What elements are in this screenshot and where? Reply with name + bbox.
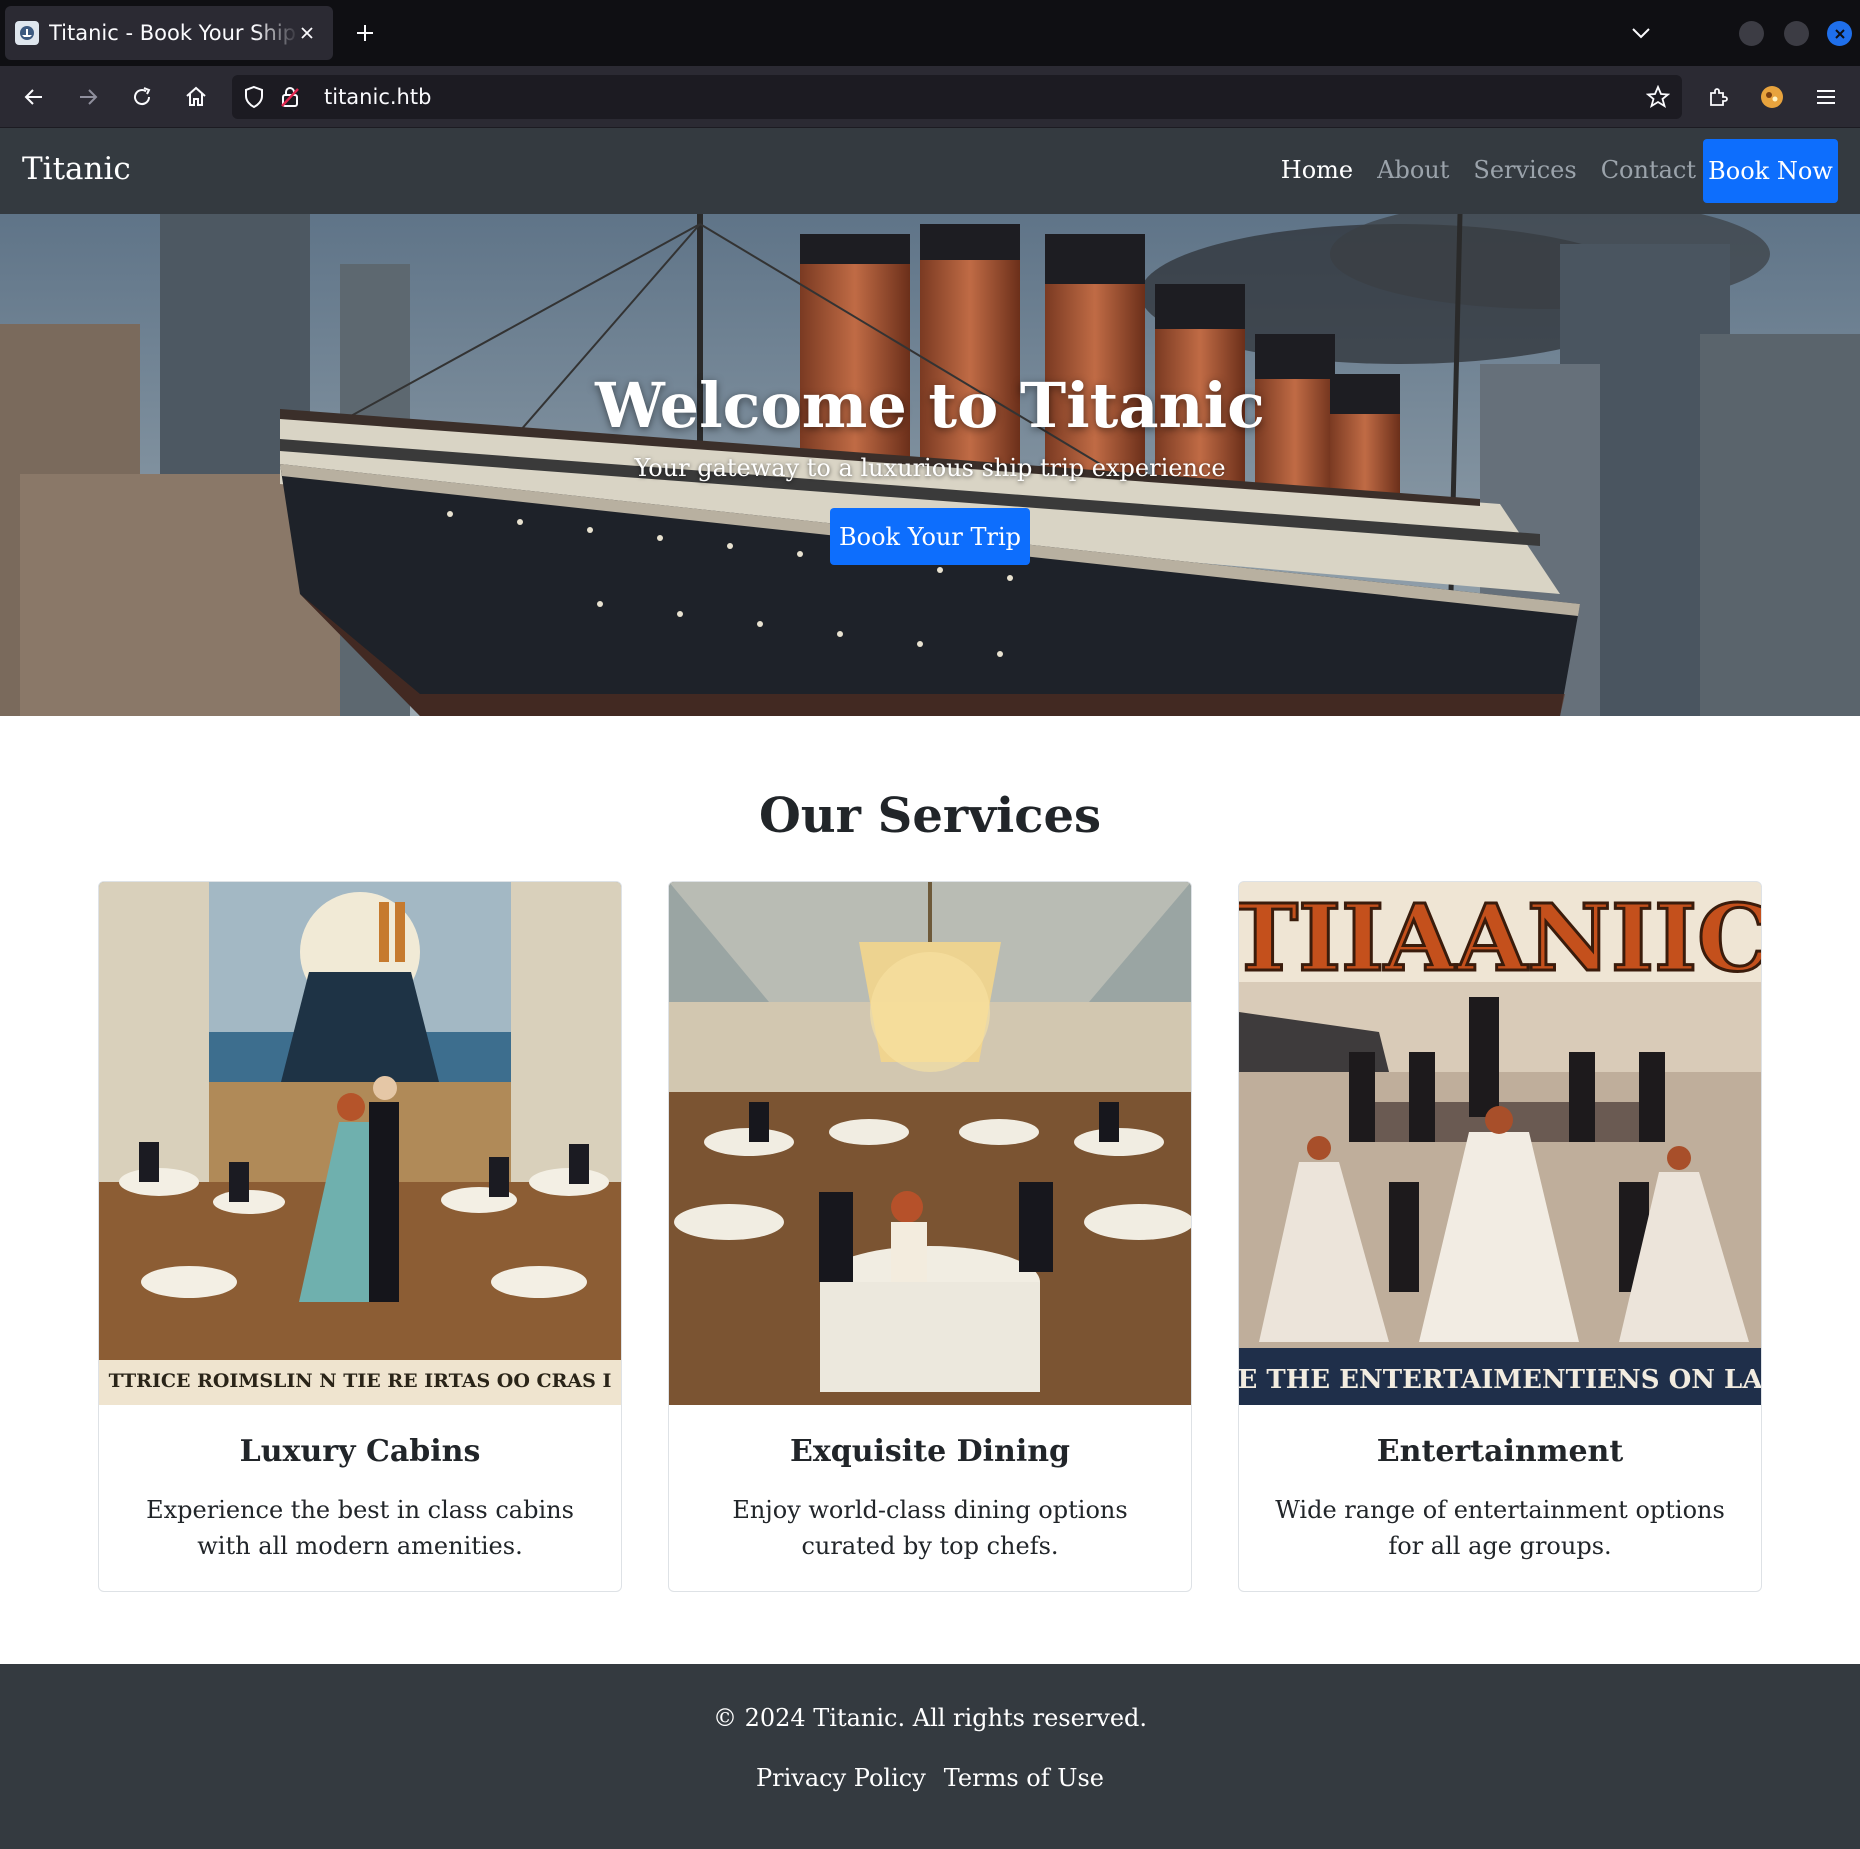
services-heading: Our Services [758,788,1102,844]
card-title: Luxury Cabins [239,1434,481,1469]
terms-of-use-link[interactable]: Terms of Use [944,1764,1104,1792]
entertainment-poster-title: TIIAANIIC [1239,884,1761,992]
minimize-window-button[interactable] [1739,21,1764,46]
nav-links: Home About Services Contact [1281,156,1696,184]
hamburger-menu-icon[interactable] [1810,81,1842,113]
shield-icon[interactable] [238,81,270,113]
service-card-exquisite-dining: Exquisite Dining Enjoy world-class dinin… [668,881,1192,1592]
browser-tab[interactable]: Titanic - Book Your Ship Trip [5,6,333,60]
url-text[interactable]: titanic.htb [324,85,431,109]
browser-toolbar: titanic.htb [0,66,1860,128]
forward-arrow-icon[interactable] [72,81,104,113]
privacy-policy-link[interactable]: Privacy Policy [756,1764,926,1792]
browser-tabstrip: Titanic - Book Your Ship Trip [0,0,1860,66]
luxury-cabins-image: TTRICE ROIMSLIN N TIE RE IRTAS OO CRAS I [99,882,621,1405]
book-now-button[interactable]: Book Now [1703,139,1838,203]
card-title: Exquisite Dining [789,1434,1071,1469]
copyright-text: © 2024 Titanic. All rights reserved. [712,1704,1148,1732]
bookmark-star-icon[interactable] [1642,81,1674,113]
close-window-button[interactable] [1827,21,1852,46]
new-tab-icon[interactable] [350,18,380,48]
hero-title: Welcome to Titanic [595,369,1265,442]
reload-icon[interactable] [126,81,158,113]
card-text: Experience the best in class cabins with… [146,1496,574,1560]
extensions-puzzle-icon[interactable] [1702,81,1734,113]
nav-services[interactable]: Services [1473,156,1576,184]
site-footer: © 2024 Titanic. All rights reserved. Pri… [0,1664,1860,1849]
home-icon[interactable] [180,81,212,113]
service-card-luxury-cabins: TTRICE ROIMSLIN N TIE RE IRTAS OO CRAS I… [98,881,622,1592]
hero-subtitle: Your gateway to a luxurious ship trip ex… [634,454,1226,482]
profile-avatar-icon[interactable] [1756,81,1788,113]
maximize-window-button[interactable] [1784,21,1809,46]
address-bar[interactable]: titanic.htb [232,75,1682,119]
entertainment-poster-caption: E THE ENTERTAIMENTIENS ON LA [1239,1365,1761,1395]
card-text: Wide range of entertainment options for … [1275,1496,1725,1560]
hero-section: Welcome to Titanic Your gateway to a lux… [0,214,1860,716]
nav-contact[interactable]: Contact [1601,156,1696,184]
tab-title: Titanic - Book Your Ship Trip [49,21,299,45]
service-card-entertainment: TIIAANIIC E THE ENTERTAIMENTIENS ON LA E… [1238,881,1762,1592]
footer-links: Privacy Policy Terms of Use [0,1764,1860,1792]
cabins-poster-caption: TTRICE ROIMSLIN N TIE RE IRTAS OO CRAS I [109,1370,612,1392]
insecure-lock-icon[interactable] [274,81,306,113]
card-title: Entertainment [1376,1434,1624,1469]
nav-home[interactable]: Home [1281,156,1353,184]
list-tabs-chevron-icon[interactable] [1624,18,1658,48]
favicon-icon [15,21,39,45]
card-text: Enjoy world-class dining options curated… [732,1496,1128,1560]
entertainment-image: TIIAANIIC E THE ENTERTAIMENTIENS ON LA [1239,882,1761,1405]
exquisite-dining-image [669,882,1191,1405]
site-navbar: Titanic Home About Services Contact Book… [0,128,1860,214]
book-your-trip-button[interactable]: Book Your Trip [830,508,1030,565]
back-arrow-icon[interactable] [18,81,50,113]
close-tab-icon[interactable] [295,21,319,45]
nav-about[interactable]: About [1377,156,1449,184]
brand-logo-text[interactable]: Titanic [22,151,131,187]
